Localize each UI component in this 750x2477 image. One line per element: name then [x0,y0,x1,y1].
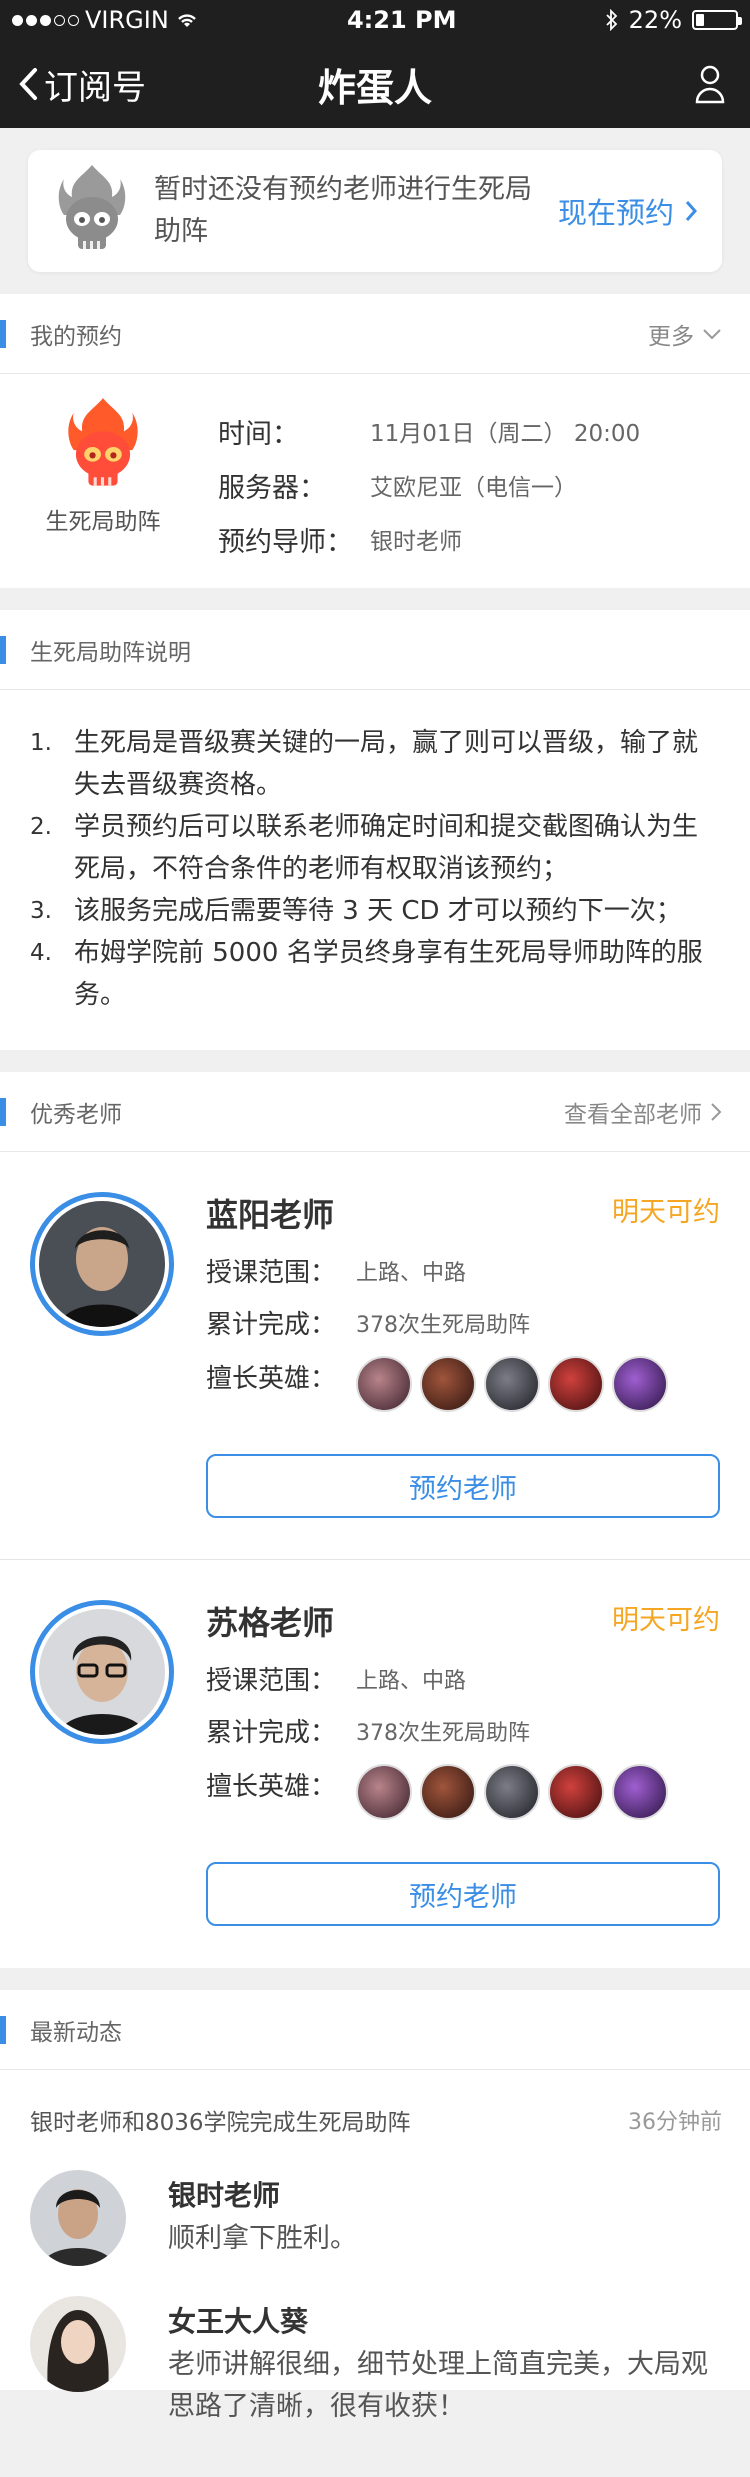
hero-icon [484,1356,540,1412]
rule-item: 1. 生死局是晋级赛关键的一局，赢了则可以晋级，输了就失去晋级赛资格。 [30,728,699,800]
view-all-label: 查看全部老师 [564,1101,702,1128]
row-value: 银时老师 [370,529,462,555]
notice-text: 暂时还没有预约老师进行生死局助阵 [154,174,532,247]
teacher-heroes-row: 擅长英雄： [206,1356,668,1412]
hero-icon [612,1764,668,1820]
section-header: 生死局助阵说明 [0,610,750,690]
view-all-teachers-button[interactable]: 查看全部老师 [564,1095,722,1129]
back-button[interactable]: 订阅号 [18,60,146,109]
teacher-name: 苏格老师 [206,1604,335,1642]
row-key: 预约导师： [218,526,353,558]
book-now-link[interactable]: 现在预约 [558,190,698,232]
hero-icon [356,1356,412,1412]
wifi-icon [177,14,196,27]
hero-icon [420,1764,476,1820]
section-header: 最新动态 [0,1990,750,2070]
news-time: 36分钟前 [628,2110,722,2135]
availability-badge: 明天可约 [612,1605,720,1636]
chevron-right-icon [711,1102,722,1121]
availability-badge: 明天可约 [612,1197,720,1228]
hero-icon [612,1356,668,1412]
teacher-done-row: 累计完成： 378次生死局助阵 [206,1310,530,1340]
comment-text: 老师讲解很细，细节处理上简直完美，大局观思路了清晰，很有收获！ [168,2349,708,2422]
section-title: 最新动态 [30,2019,122,2046]
teacher-card: 苏格老师 明天可约 授课范围： 上路、中路 累计完成： 378次生死局助阵 擅长英雄… [0,1560,750,1968]
avatar[interactable] [30,2296,126,2392]
row-value: 11月01日（周二） 20:00 [370,421,641,447]
chevron-left-icon [19,68,37,100]
section-header: 我的预约 更多 [0,294,750,374]
my-booking-section: 我的预约 更多 生死局助阵 时间： 11月01日（周二） 20:00 服务器： 艾欧… [0,294,750,588]
teacher-card: 蓝阳老师 明天可约 授课范围： 上路、中路 累计完成： 378次生死局助阵 擅长英雄… [0,1152,750,1560]
hero-icon [548,1356,604,1412]
teacher-avatar[interactable] [30,1192,174,1336]
booking-row-server: 服务器： 艾欧尼亚（电信一） [218,458,722,512]
teacher-name: 蓝阳老师 [206,1196,335,1234]
rules-list: 1. 生死局是晋级赛关键的一局，赢了则可以晋级，输了就失去晋级赛资格。 2. 学员预… [0,690,750,1050]
more-button[interactable]: 更多 [648,317,722,351]
chevron-right-icon [685,201,698,221]
row-value: 艾欧尼亚（电信一） [370,475,577,501]
section-title: 优秀老师 [30,1101,122,1128]
back-label: 订阅号 [44,67,146,108]
book-now-label: 现在预约 [557,196,674,230]
avatar[interactable] [30,2170,126,2266]
section-title: 生死局助阵说明 [30,639,191,666]
teacher-range-row: 授课范围： 上路、中路 [206,1258,467,1288]
service-label: 生死局助阵 [45,509,161,535]
hero-icon [356,1764,412,1820]
more-label: 更多 [648,323,694,350]
clock: 4:21 PM [346,6,457,34]
bluetooth-icon [606,9,617,31]
section-header: 优秀老师 查看全部老师 [0,1072,750,1152]
hero-icon [548,1764,604,1820]
teachers-section: 优秀老师 查看全部老师 蓝阳老师 明天可约 授课范围： 上路、中路 累计完成： 37… [0,1072,750,1968]
booking-row-time: 时间： 11月01日（周二） 20:00 [218,404,722,458]
battery-icon [692,10,742,30]
notice-card: 暂时还没有预约老师进行生死局助阵 现在预约 [28,150,722,272]
booking-card[interactable]: 生死局助阵 时间： 11月01日（周二） 20:00 服务器： 艾欧尼亚（电信一） … [0,374,750,588]
comment-item: 银时老师 顺利拿下胜利。 [0,2170,750,2266]
nav-bar: 订阅号 炸蛋人 [0,40,750,128]
carrier-area: VIRGIN [12,6,199,34]
teacher-done-row: 累计完成： 378次生死局助阵 [206,1718,530,1748]
booking-row-mentor: 预约导师： 银时老师 [218,512,722,566]
news-headline: 银时老师和8036学院完成生死局助阵 [30,2110,411,2136]
row-key: 服务器： [218,472,326,504]
battery-percent: 22% [628,6,682,34]
book-teacher-button[interactable]: 预约老师 [206,1454,720,1518]
chevron-down-icon [703,328,721,339]
user-icon [695,65,725,104]
comment-text: 顺利拿下胜利。 [168,2223,357,2254]
signal-icon [12,14,79,26]
hero-icon [484,1764,540,1820]
hero-icon [420,1356,476,1412]
rule-item: 3. 该服务完成后需要等待 3 天 CD 才可以预约下一次； [30,896,682,926]
section-title: 我的预约 [30,323,122,350]
teacher-avatar[interactable] [30,1600,174,1744]
rule-item: 4. 布姆学院前 5000 名学员终身享有生死局导师助阵的服务。 [30,938,703,1010]
teacher-range-row: 授课范围： 上路、中路 [206,1666,467,1696]
book-teacher-button[interactable]: 预约老师 [206,1862,720,1926]
comment-item: 女王大人葵 老师讲解很细，细节处理上简直完美，大局观思路了清晰，很有收获！ [0,2296,750,2428]
notice-area: 暂时还没有预约老师进行生死局助阵 现在预约 [0,128,750,294]
profile-button[interactable] [694,64,726,108]
carrier-label: VIRGIN [85,6,169,34]
rules-section: 生死局助阵说明 1. 生死局是晋级赛关键的一局，赢了则可以晋级，输了就失去晋级赛资… [0,610,750,1050]
skull-flame-gray-icon [58,165,126,249]
status-bar: VIRGIN 4:21 PM 22% [0,0,750,40]
news-section: 最新动态 银时老师和8036学院完成生死局助阵 36分钟前 银时老师 顺利拿下胜… [0,1990,750,2422]
comment-author: 银时老师 [168,2179,281,2212]
teacher-heroes-row: 擅长英雄： [206,1764,668,1820]
rule-item: 2. 学员预约后可以联系老师确定时间和提交截图确认为生死局，不符合条件的老师有权取… [30,812,699,884]
news-item[interactable]: 银时老师和8036学院完成生死局助阵 36分钟前 [0,2070,750,2170]
skull-flame-icon [68,398,138,486]
comment-author: 女王大人葵 [168,2305,309,2338]
row-key: 时间： [218,418,299,450]
